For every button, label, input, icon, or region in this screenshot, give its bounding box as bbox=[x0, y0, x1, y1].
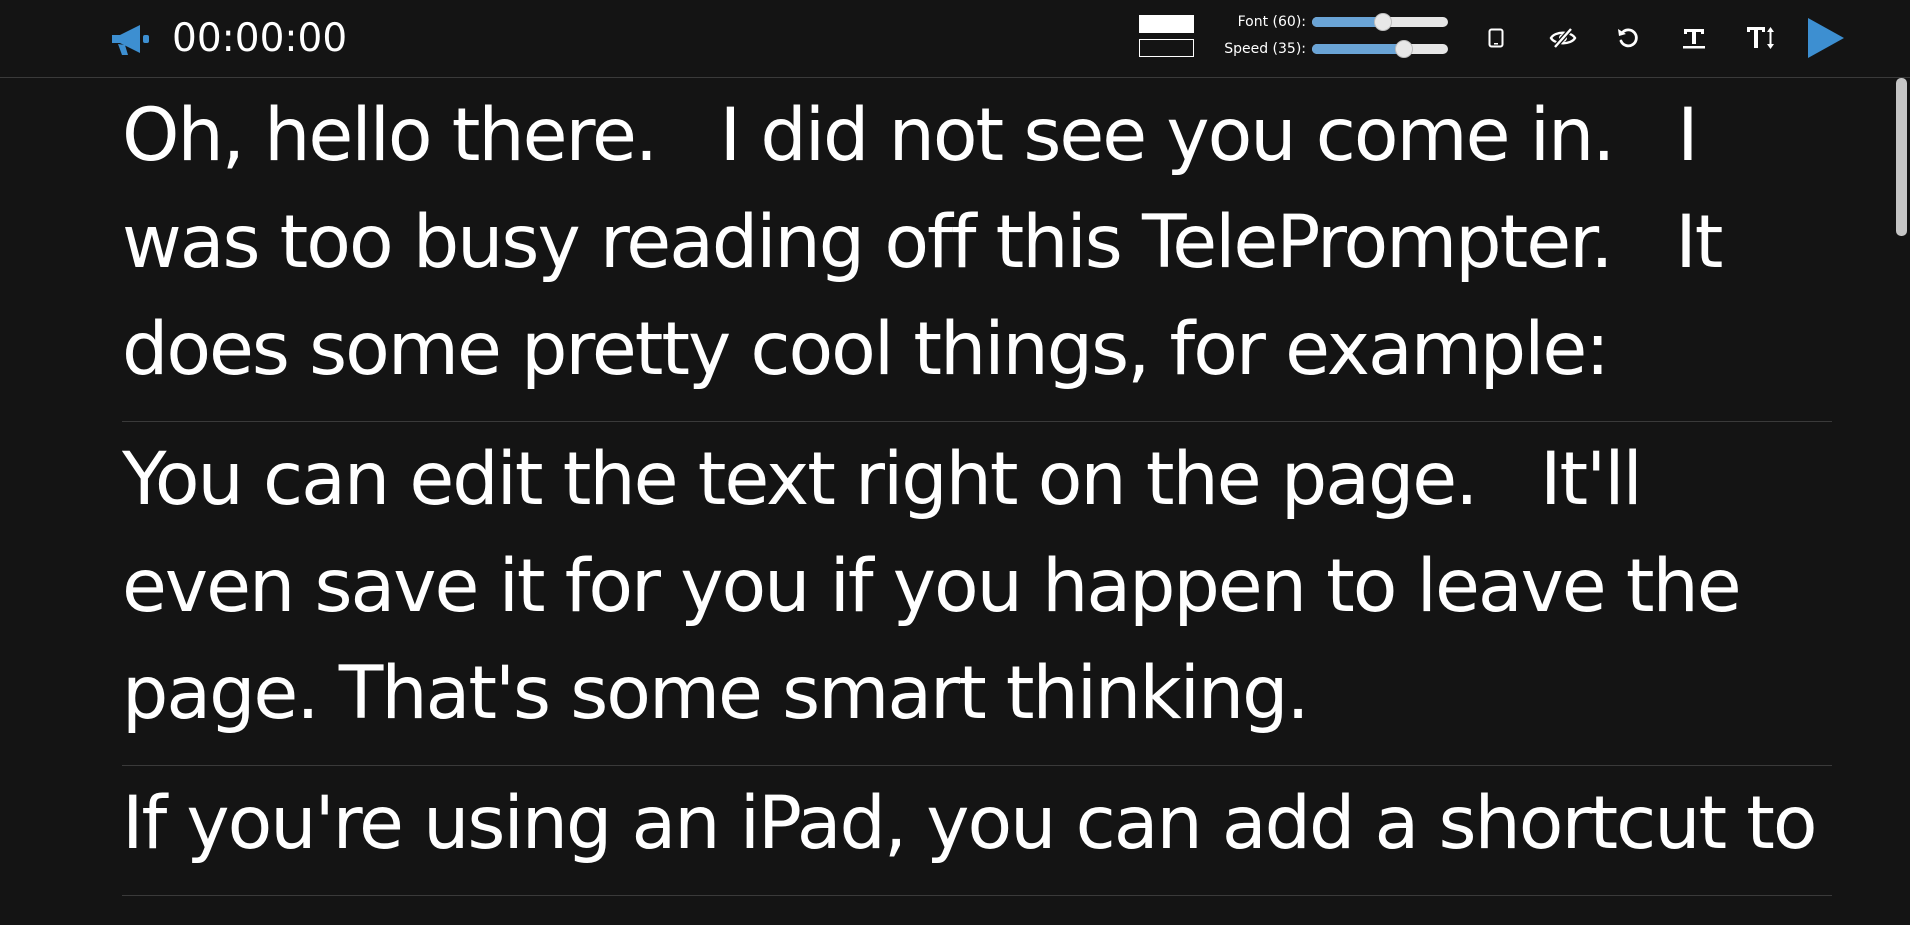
vertical-scrollbar[interactable] bbox=[1893, 78, 1910, 925]
device-toggle-button[interactable] bbox=[1478, 20, 1514, 56]
slider-fill bbox=[1312, 44, 1405, 54]
megaphone-icon bbox=[112, 25, 149, 55]
teleprompter-script[interactable]: Oh, hello there. I did not see you come … bbox=[122, 78, 1832, 925]
reset-button[interactable] bbox=[1610, 20, 1646, 56]
speed-slider[interactable] bbox=[1312, 40, 1448, 58]
timer-display: 00:00:00 bbox=[172, 16, 348, 61]
slider-thumb[interactable] bbox=[1395, 40, 1414, 58]
text-style-button[interactable] bbox=[1676, 20, 1712, 56]
text-size-button[interactable] bbox=[1743, 20, 1779, 56]
tablet-icon bbox=[1488, 28, 1504, 48]
speed-label: Speed (35): bbox=[1224, 41, 1306, 57]
undo-icon bbox=[1618, 28, 1638, 48]
hide-toggle-button[interactable] bbox=[1545, 20, 1581, 56]
text-icon bbox=[1683, 29, 1705, 49]
text-height-icon bbox=[1747, 27, 1774, 49]
script-paragraph[interactable]: Oh, hello there. I did not see you come … bbox=[122, 78, 1832, 422]
eye-slash-icon bbox=[1549, 27, 1577, 49]
script-paragraph[interactable]: If you're using an iPad, you can add a s… bbox=[122, 766, 1832, 896]
slider-fill bbox=[1312, 17, 1383, 27]
font-size-label: Font (60): bbox=[1237, 14, 1306, 30]
play-icon bbox=[1808, 18, 1844, 58]
top-toolbar: 00:00:00 Font (60): Speed (35): bbox=[0, 0, 1910, 78]
scrollbar-thumb[interactable] bbox=[1896, 78, 1907, 236]
font-size-slider[interactable] bbox=[1312, 13, 1448, 31]
play-button[interactable] bbox=[1802, 14, 1850, 62]
script-paragraph[interactable]: You can edit the text right on the page.… bbox=[122, 422, 1832, 766]
slider-thumb[interactable] bbox=[1373, 13, 1392, 31]
